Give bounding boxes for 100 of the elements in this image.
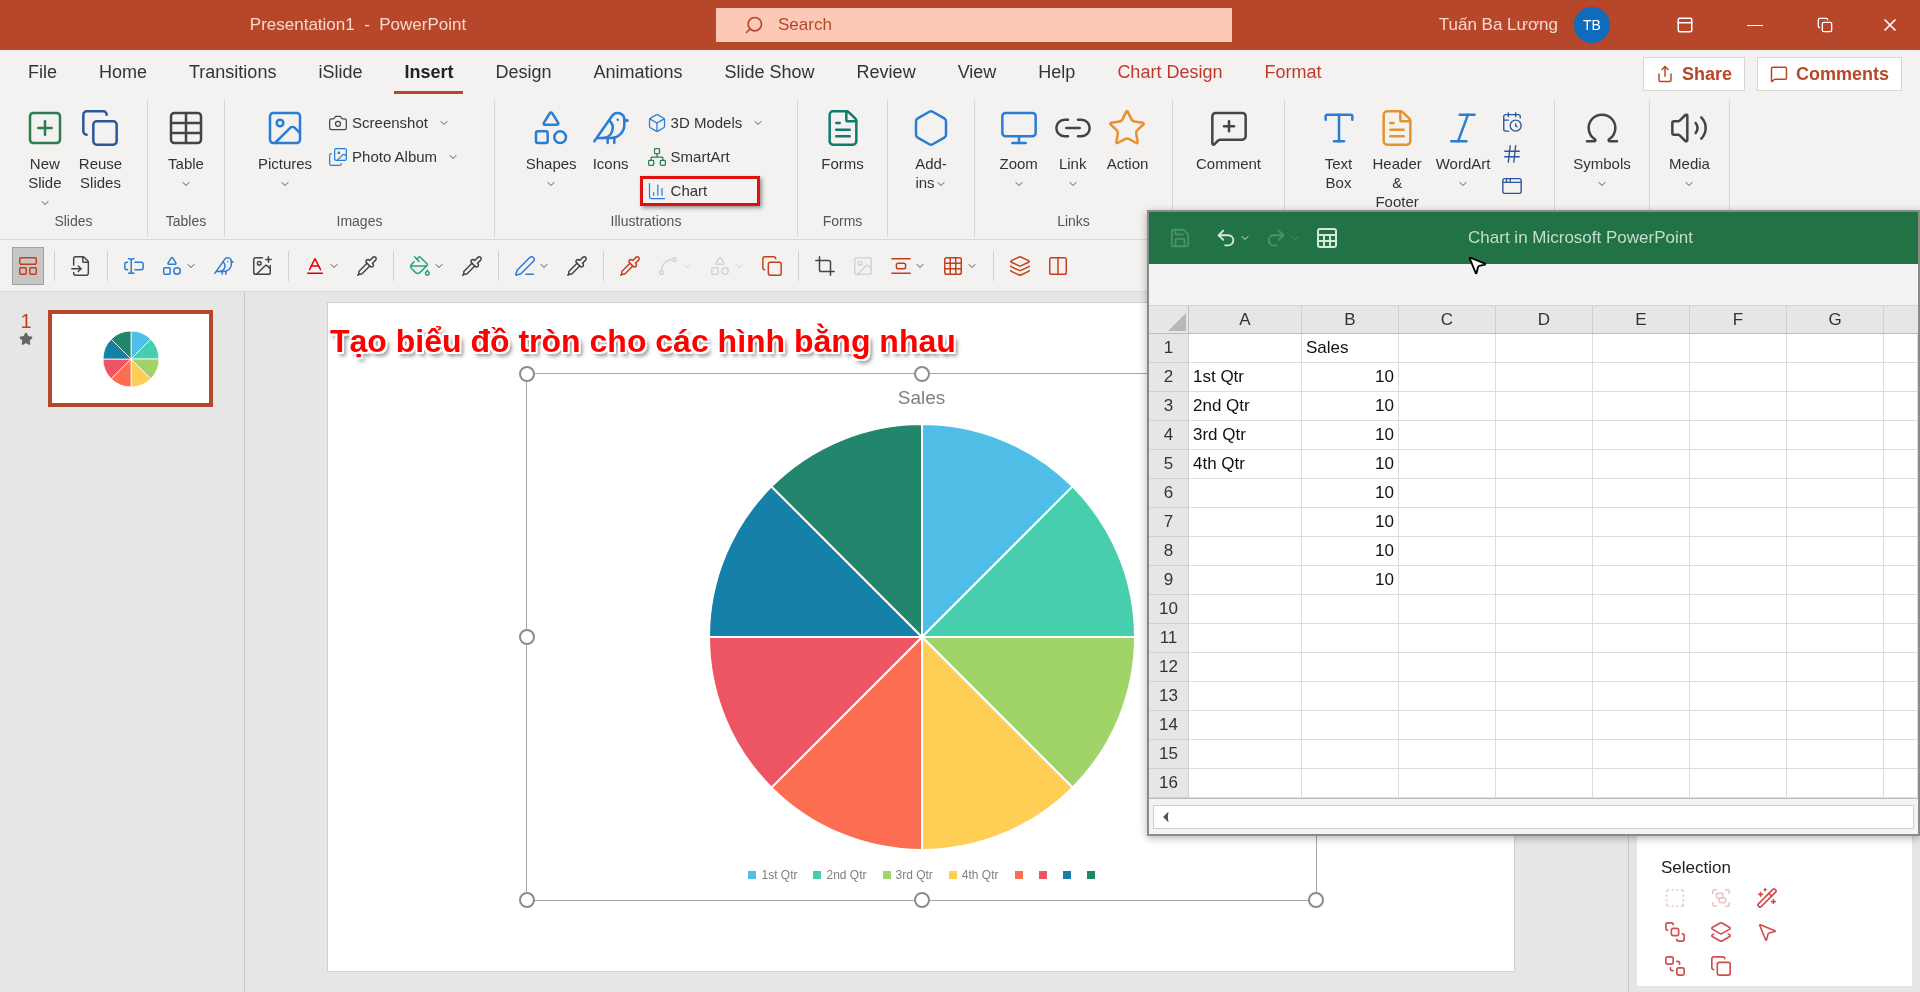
- row-header[interactable]: 10: [1149, 595, 1189, 624]
- sheet-cell[interactable]: [1189, 508, 1302, 537]
- ribbon-tab[interactable]: Home: [89, 54, 158, 94]
- sheet-cell[interactable]: [1884, 363, 1918, 392]
- sheet-cell[interactable]: [1593, 740, 1690, 769]
- row-header[interactable]: 5: [1149, 450, 1189, 479]
- row-header[interactable]: 2: [1149, 363, 1189, 392]
- sheet-cell[interactable]: 10: [1302, 479, 1399, 508]
- sheet-cell[interactable]: 10: [1302, 421, 1399, 450]
- sheet-cell[interactable]: [1884, 334, 1918, 363]
- column-header[interactable]: B: [1302, 306, 1399, 333]
- sheet-cell[interactable]: [1496, 334, 1593, 363]
- ribbon-tab[interactable]: Design: [485, 54, 562, 94]
- ribbon-tab[interactable]: File: [18, 54, 67, 94]
- ribbon-button[interactable]: Shapes: [520, 106, 582, 192]
- sheet-cell[interactable]: 10: [1302, 566, 1399, 595]
- sheet-cell[interactable]: [1189, 740, 1302, 769]
- sheet-cell[interactable]: [1787, 537, 1884, 566]
- sheet-cell[interactable]: [1690, 653, 1787, 682]
- row-header[interactable]: 6: [1149, 479, 1189, 508]
- sheet-cell[interactable]: [1690, 595, 1787, 624]
- sheet-cell[interactable]: [1302, 740, 1399, 769]
- sheet-cell[interactable]: [1787, 421, 1884, 450]
- row-header[interactable]: 9: [1149, 566, 1189, 595]
- sheet-cell[interactable]: [1593, 537, 1690, 566]
- sheet-cell[interactable]: [1399, 653, 1496, 682]
- ribbon-button[interactable]: Add-ins: [906, 106, 956, 192]
- sheet-cell[interactable]: [1884, 479, 1918, 508]
- sheet-cell[interactable]: [1787, 624, 1884, 653]
- sheet-cell[interactable]: [1496, 682, 1593, 711]
- toolbar-button[interactable]: [12, 246, 44, 285]
- sheet-cell[interactable]: [1690, 682, 1787, 711]
- sheet-cell[interactable]: [1496, 653, 1593, 682]
- ribbon-tab[interactable]: Format: [1254, 54, 1332, 94]
- sheet-cell[interactable]: [1302, 624, 1399, 653]
- user-avatar[interactable]: TB: [1574, 7, 1610, 43]
- ribbon-button[interactable]: Reuse Slides: [73, 106, 128, 192]
- sheet-cell[interactable]: [1884, 653, 1918, 682]
- sheet-cell[interactable]: [1787, 363, 1884, 392]
- row-header[interactable]: 14: [1149, 711, 1189, 740]
- row-header[interactable]: 4: [1149, 421, 1189, 450]
- sheet-cell[interactable]: [1690, 508, 1787, 537]
- column-header[interactable]: G: [1787, 306, 1884, 333]
- sheet-cell[interactable]: [1787, 653, 1884, 682]
- row-header[interactable]: 15: [1149, 740, 1189, 769]
- row-header[interactable]: 3: [1149, 392, 1189, 421]
- sheet-cell[interactable]: [1787, 711, 1884, 740]
- row-header[interactable]: 16: [1149, 769, 1189, 798]
- column-header[interactable]: D: [1496, 306, 1593, 333]
- resize-handle[interactable]: [519, 629, 535, 645]
- sheet-cell[interactable]: 10: [1302, 537, 1399, 566]
- ribbon-button[interactable]: Zoom: [993, 106, 1044, 192]
- sheet-cell[interactable]: [1593, 450, 1690, 479]
- ribbon-button[interactable]: Comment: [1191, 106, 1266, 173]
- sheet-cell[interactable]: [1302, 595, 1399, 624]
- sheet-cell[interactable]: [1399, 682, 1496, 711]
- column-header[interactable]: E: [1593, 306, 1690, 333]
- sheet-cell[interactable]: [1399, 711, 1496, 740]
- sheet-cell[interactable]: [1189, 479, 1302, 508]
- sheet-cell[interactable]: [1189, 653, 1302, 682]
- sheet-cell[interactable]: [1593, 624, 1690, 653]
- ribbon-button[interactable]: New Slide: [19, 106, 70, 211]
- sheet-cell[interactable]: [1399, 421, 1496, 450]
- ribbon-button[interactable]: Table: [161, 106, 211, 192]
- ribbon-tab[interactable]: Review: [846, 54, 926, 94]
- sheet-cell[interactable]: [1593, 363, 1690, 392]
- ribbon-button[interactable]: Action: [1101, 106, 1154, 173]
- sheet-cell[interactable]: 4th Qtr: [1189, 450, 1302, 479]
- sheet-cell[interactable]: [1884, 508, 1918, 537]
- sheet-cell[interactable]: [1690, 566, 1787, 595]
- sheet-cell[interactable]: [1884, 595, 1918, 624]
- resize-handle[interactable]: [519, 366, 535, 382]
- sheet-cell[interactable]: [1884, 682, 1918, 711]
- sheet-cell[interactable]: [1690, 334, 1787, 363]
- sheet-cell[interactable]: [1690, 740, 1787, 769]
- sheet-cell[interactable]: [1593, 392, 1690, 421]
- sheet-cell[interactable]: [1593, 566, 1690, 595]
- sheet-cell[interactable]: [1399, 479, 1496, 508]
- sheet-cell[interactable]: [1496, 450, 1593, 479]
- sheet-cell[interactable]: [1690, 711, 1787, 740]
- sheet-cell[interactable]: [1496, 537, 1593, 566]
- row-header[interactable]: 1: [1149, 334, 1189, 363]
- resize-handle[interactable]: [913, 892, 930, 908]
- sheet-cell[interactable]: 2nd Qtr: [1189, 392, 1302, 421]
- sheet-cell[interactable]: 10: [1302, 508, 1399, 537]
- sheet-cell[interactable]: [1302, 653, 1399, 682]
- ribbon-tab[interactable]: View: [947, 54, 1007, 94]
- sheet-cell[interactable]: [1399, 537, 1496, 566]
- sheet-cell[interactable]: [1593, 508, 1690, 537]
- sheet-cell[interactable]: [1496, 363, 1593, 392]
- sheet-cell[interactable]: [1496, 479, 1593, 508]
- sheet-cell[interactable]: [1496, 566, 1593, 595]
- ribbon-tab[interactable]: Help: [1028, 54, 1086, 94]
- ribbon-button[interactable]: Text Box: [1313, 106, 1364, 192]
- sheet-cell[interactable]: [1399, 334, 1496, 363]
- sheet-cell[interactable]: [1496, 740, 1593, 769]
- ribbon-tab[interactable]: Animations: [583, 54, 693, 94]
- sheet-cell[interactable]: [1496, 595, 1593, 624]
- row-header[interactable]: 12: [1149, 653, 1189, 682]
- sheet-cell[interactable]: [1593, 595, 1690, 624]
